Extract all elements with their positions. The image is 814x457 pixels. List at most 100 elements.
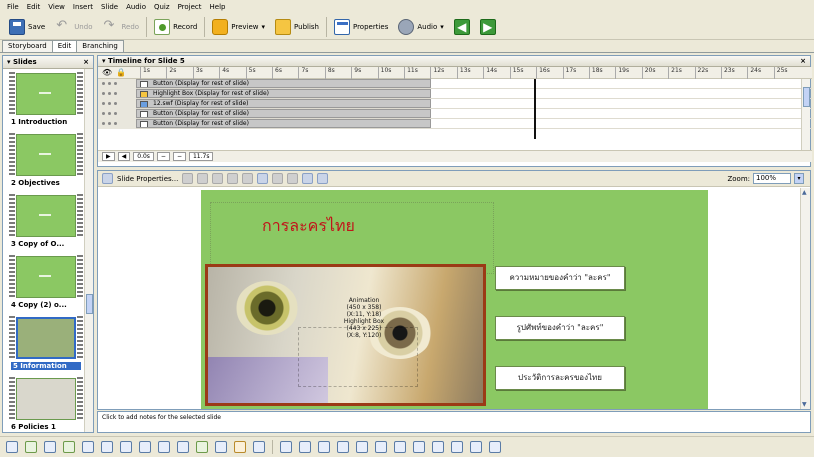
- oval-icon[interactable]: [318, 441, 330, 453]
- close-icon[interactable]: ×: [800, 57, 806, 65]
- slide-thumbnail-4[interactable]: 4 Copy (2) o...: [9, 255, 83, 313]
- flv-icon[interactable]: [253, 441, 265, 453]
- cut-icon[interactable]: [182, 173, 194, 184]
- timeline-scrollbar[interactable]: [801, 79, 810, 150]
- slide-thumbnail-5[interactable]: 5 Information: [9, 316, 83, 374]
- group-icon[interactable]: [317, 173, 329, 184]
- slide-thumbnail-6[interactable]: 6 Policies 1: [9, 377, 83, 432]
- timeline-bar[interactable]: Button (Display for rest of slide): [136, 119, 431, 128]
- audio-button[interactable]: Audio ▾: [393, 16, 448, 38]
- slide-properties-button[interactable]: Slide Properties...: [117, 175, 178, 183]
- meaning-button[interactable]: ความหมายของคำว่า "ละคร": [495, 266, 625, 290]
- rollover-slidelet-icon[interactable]: [196, 441, 208, 453]
- timeline-row[interactable]: Button (Display for rest of slide): [98, 78, 812, 89]
- grid-icon[interactable]: [257, 173, 269, 184]
- history-button[interactable]: ประวัติการละครของไทย: [495, 366, 625, 390]
- polygon-icon[interactable]: [337, 441, 349, 453]
- redo-button[interactable]: Redo: [97, 16, 144, 38]
- slide-notes-field[interactable]: Click to add notes for the selected slid…: [97, 411, 811, 433]
- timeline-bar[interactable]: Button (Display for rest of slide): [136, 79, 431, 88]
- align-bottom-icon[interactable]: [470, 441, 482, 453]
- align-middle-icon[interactable]: [451, 441, 463, 453]
- undo-button[interactable]: Undo: [50, 16, 97, 38]
- menu-slide[interactable]: Slide: [97, 3, 122, 11]
- forward-button[interactable]: ▶: [475, 16, 501, 38]
- delete-icon[interactable]: [227, 173, 239, 184]
- line-icon[interactable]: [280, 441, 292, 453]
- timeline-row[interactable]: 12.swf (Display for rest of slide): [98, 98, 812, 109]
- copy-icon[interactable]: [197, 173, 209, 184]
- zoom-area-icon[interactable]: [82, 441, 94, 453]
- slide-thumbnail-3[interactable]: 3 Copy of O...: [9, 194, 83, 252]
- slide-label: 4 Copy (2) o...: [11, 301, 67, 309]
- timeline-row[interactable]: Button (Display for rest of slide): [98, 118, 812, 129]
- preview-button[interactable]: Preview ▾: [207, 16, 270, 38]
- record-button[interactable]: Record: [149, 16, 202, 38]
- slide-thumbnail-2[interactable]: 2 Objectives: [9, 133, 83, 191]
- align-icon[interactable]: [272, 173, 284, 184]
- click-box-icon[interactable]: [120, 441, 132, 453]
- tab-storyboard[interactable]: Storyboard: [2, 40, 53, 52]
- rewind-icon[interactable]: ◀: [117, 152, 131, 161]
- back-button[interactable]: ◀: [449, 16, 475, 38]
- timeline-playhead[interactable]: [534, 79, 536, 139]
- zoom-select[interactable]: 100%: [753, 173, 791, 184]
- menu-edit[interactable]: Edit: [23, 3, 45, 11]
- arrow-icon[interactable]: [356, 441, 368, 453]
- text-entry-icon[interactable]: [158, 441, 170, 453]
- rollover-image-icon[interactable]: [63, 441, 75, 453]
- image-icon[interactable]: [177, 441, 189, 453]
- menu-audio[interactable]: Audio: [122, 3, 150, 11]
- highlight-box-icon[interactable]: [44, 441, 56, 453]
- slides-scrollbar[interactable]: [84, 69, 93, 432]
- paste-icon[interactable]: [212, 173, 224, 184]
- lock-icon[interactable]: 🔒: [116, 68, 126, 77]
- eye-animation-image[interactable]: Animation (450 x 358) (X:11, Y:18) Highl…: [205, 264, 486, 406]
- timeline-bar[interactable]: Highlight Box (Display for rest of slide…: [136, 89, 431, 98]
- align-top-icon[interactable]: [432, 441, 444, 453]
- stage-scrollbar[interactable]: ▲ ▼: [800, 188, 810, 409]
- play-icon[interactable]: ▶: [102, 152, 115, 161]
- timeline-bar[interactable]: Button (Display for rest of slide): [136, 109, 431, 118]
- menu-project[interactable]: Project: [174, 3, 206, 11]
- slide-title[interactable]: การละครไทย: [262, 214, 355, 239]
- align-center-icon[interactable]: [394, 441, 406, 453]
- slide-thumbnail-1[interactable]: 1 Introduction: [9, 72, 83, 130]
- decrement-button[interactable]: −: [156, 152, 170, 161]
- timeline-row[interactable]: Button (Display for rest of slide): [98, 108, 812, 119]
- duplicate-icon[interactable]: [242, 173, 254, 184]
- align-left-icon[interactable]: [375, 441, 387, 453]
- increment-button[interactable]: −: [172, 152, 186, 161]
- close-icon[interactable]: ×: [83, 58, 89, 66]
- tab-edit[interactable]: Edit: [51, 40, 78, 52]
- rollover-caption-icon[interactable]: [25, 441, 37, 453]
- menu-insert[interactable]: Insert: [69, 3, 97, 11]
- menu-file[interactable]: File: [3, 3, 23, 11]
- distribute-icon[interactable]: [287, 173, 299, 184]
- menu-help[interactable]: Help: [206, 3, 230, 11]
- mouse-icon[interactable]: [101, 441, 113, 453]
- button-icon[interactable]: [139, 441, 151, 453]
- chevron-down-icon[interactable]: ▾: [794, 173, 804, 184]
- publish-button[interactable]: Publish: [270, 16, 324, 38]
- save-button[interactable]: Save: [4, 16, 50, 38]
- text-animation-icon[interactable]: [234, 441, 246, 453]
- scroll-up-icon[interactable]: ▲: [802, 189, 809, 196]
- rectangle-icon[interactable]: [299, 441, 311, 453]
- tab-branching[interactable]: Branching: [76, 40, 124, 52]
- timeline-bar[interactable]: 12.swf (Display for rest of slide): [136, 99, 431, 108]
- properties-icon: [333, 18, 350, 35]
- scroll-down-icon[interactable]: ▼: [802, 401, 809, 408]
- arrange-icon[interactable]: [302, 173, 314, 184]
- menu-quiz[interactable]: Quiz: [150, 3, 174, 11]
- animation-icon[interactable]: [215, 441, 227, 453]
- redo-icon: [102, 18, 118, 35]
- same-size-icon[interactable]: [489, 441, 501, 453]
- properties-button[interactable]: Properties: [329, 16, 393, 38]
- eye-icon[interactable]: 👁: [102, 68, 112, 77]
- caption-icon[interactable]: [6, 441, 18, 453]
- timeline-row[interactable]: Highlight Box (Display for rest of slide…: [98, 88, 812, 99]
- align-right-icon[interactable]: [413, 441, 425, 453]
- menu-view[interactable]: View: [44, 3, 69, 11]
- word-form-button[interactable]: รูปศัพท์ของคำว่า "ละคร": [495, 316, 625, 340]
